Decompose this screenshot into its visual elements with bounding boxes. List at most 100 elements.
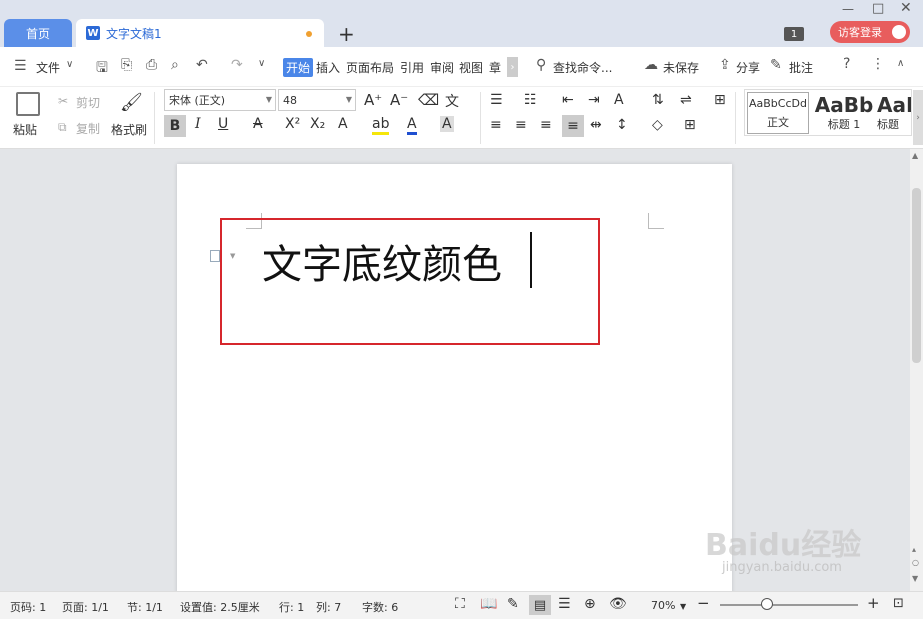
align-center-icon[interactable]: ≡: [515, 117, 527, 133]
menu-scroll-right-icon[interactable]: ›: [507, 57, 518, 77]
menu-review[interactable]: 审阅: [430, 59, 454, 76]
eye-protection-icon[interactable]: 👁: [609, 596, 627, 612]
collapse-ribbon-icon[interactable]: ∧: [897, 58, 904, 69]
menu-insert[interactable]: 插入: [316, 59, 340, 76]
phonetic-guide-icon[interactable]: 文: [445, 91, 459, 111]
align-left-icon[interactable]: ≡: [490, 117, 502, 133]
guest-login-button[interactable]: 访客登录: [830, 21, 910, 43]
new-tab-button[interactable]: +: [338, 22, 355, 46]
status-section[interactable]: 节: 1/1: [127, 599, 163, 615]
undo-icon[interactable]: ↶: [196, 57, 208, 73]
decrease-indent-icon[interactable]: ⇤: [562, 92, 574, 108]
outline-view-icon[interactable]: ☰: [558, 596, 571, 612]
quick-access-more-icon[interactable]: ∨: [258, 58, 265, 69]
subscript-icon[interactable]: X₂: [310, 116, 325, 132]
status-row[interactable]: 行: 1: [279, 599, 304, 615]
superscript-icon[interactable]: X²: [285, 116, 300, 132]
menu-chapter[interactable]: 章: [489, 59, 501, 76]
numbered-list-icon[interactable]: ☷: [524, 92, 537, 108]
sort-icon[interactable]: ⇅: [652, 92, 664, 108]
menu-view[interactable]: 视图: [459, 59, 483, 76]
status-word-count[interactable]: 字数: 6: [362, 599, 398, 615]
style-heading1[interactable]: AaBb 标题 1: [813, 92, 875, 134]
justify-icon[interactable]: ≡: [562, 115, 584, 137]
underline-icon[interactable]: U: [218, 116, 228, 132]
font-color-icon[interactable]: A: [407, 116, 417, 135]
print-icon[interactable]: ⎙: [146, 57, 157, 73]
grow-font-icon[interactable]: A⁺: [364, 91, 382, 109]
share-button[interactable]: 分享: [736, 59, 760, 76]
menu-file[interactable]: 文件: [36, 59, 60, 76]
align-right-icon[interactable]: ≡: [540, 117, 552, 133]
minimize-icon[interactable]: —: [842, 2, 854, 16]
menu-reference[interactable]: 引用: [400, 59, 424, 76]
redo-icon[interactable]: ↷: [231, 57, 243, 73]
chevron-down-icon[interactable]: ▼: [680, 602, 686, 611]
tab-home[interactable]: 首页: [4, 19, 72, 47]
write-mode-icon[interactable]: ✎: [507, 596, 519, 612]
distribute-icon[interactable]: ⇹: [590, 117, 602, 133]
paste-button[interactable]: 粘贴: [13, 121, 37, 138]
char-shading-icon[interactable]: A: [440, 116, 454, 132]
fullscreen-icon[interactable]: ⛶: [455, 596, 465, 612]
hamburger-icon[interactable]: ☰: [14, 58, 27, 74]
increase-indent-icon[interactable]: ⇥: [588, 92, 600, 108]
zoom-slider-handle[interactable]: [761, 598, 773, 610]
comment-button[interactable]: 批注: [789, 59, 813, 76]
export-icon[interactable]: ⎘: [121, 57, 132, 73]
borders-icon[interactable]: ⊞: [684, 117, 696, 133]
chinese-layout-icon[interactable]: A: [614, 92, 624, 108]
save-icon[interactable]: 🖫: [96, 57, 108, 81]
chevron-down-icon[interactable]: ∨: [66, 59, 73, 70]
window-count-badge[interactable]: 1: [784, 27, 804, 41]
status-column[interactable]: 列: 7: [316, 599, 341, 615]
web-view-icon[interactable]: ⊕: [584, 596, 596, 612]
tab-document[interactable]: W 文字文稿1: [76, 19, 324, 47]
format-painter-button[interactable]: 格式刷: [111, 121, 147, 138]
cut-button[interactable]: 剪切: [76, 94, 100, 111]
copy-button[interactable]: 复制: [76, 120, 100, 137]
command-search[interactable]: 查找命令...: [553, 59, 612, 76]
shrink-font-icon[interactable]: A⁻: [390, 91, 408, 109]
font-size-select[interactable]: 48 ▼: [278, 89, 356, 111]
browse-object-icon[interactable]: ○: [912, 558, 919, 567]
fit-page-icon[interactable]: ⊡: [893, 596, 904, 611]
highlight-color-icon[interactable]: ab: [372, 116, 390, 135]
page-view-icon[interactable]: ▤: [529, 595, 551, 615]
close-icon[interactable]: ✕: [900, 0, 912, 16]
font-family-select[interactable]: 宋体 (正文) ▼: [164, 89, 276, 111]
zoom-out-icon[interactable]: −: [697, 594, 710, 612]
italic-icon[interactable]: I: [195, 116, 201, 132]
scrollbar-thumb[interactable]: [912, 188, 921, 363]
line-spacing-icon[interactable]: ↕: [616, 117, 628, 133]
strikethrough-icon[interactable]: A: [253, 116, 263, 132]
shading-fill-icon[interactable]: ◇: [652, 117, 663, 133]
scroll-up-icon[interactable]: ▲: [912, 151, 918, 160]
scroll-down-icon[interactable]: ▼: [912, 574, 918, 583]
menu-layout[interactable]: 页面布局: [346, 59, 394, 76]
text-effect-icon[interactable]: A: [338, 116, 348, 132]
preview-icon[interactable]: ⌕: [171, 57, 179, 73]
clear-format-icon[interactable]: ⌫: [418, 91, 439, 109]
status-pages[interactable]: 页面: 1/1: [62, 599, 109, 615]
paragraph-handle-icon[interactable]: [210, 250, 220, 262]
status-setting[interactable]: 设置值: 2.5厘米: [180, 599, 260, 615]
reading-mode-icon[interactable]: 📖: [480, 596, 497, 612]
unsaved-status[interactable]: 未保存: [663, 59, 699, 76]
styles-more-icon[interactable]: ›: [913, 90, 923, 145]
paragraph-mark-icon[interactable]: ⊞: [714, 92, 726, 108]
bullet-list-icon[interactable]: ☰: [490, 92, 503, 108]
prev-page-icon[interactable]: ▴: [912, 545, 916, 554]
status-page-number[interactable]: 页码: 1: [10, 599, 46, 615]
show-marks-icon[interactable]: ⇌: [680, 92, 692, 108]
style-heading2[interactable]: AaI 标题: [877, 92, 911, 134]
zoom-level-select[interactable]: 70%: [651, 599, 675, 612]
menu-start[interactable]: 开始: [283, 58, 314, 77]
help-icon[interactable]: ?: [843, 56, 850, 72]
zoom-in-icon[interactable]: +: [867, 594, 880, 612]
maximize-icon[interactable]: □: [872, 1, 884, 16]
paste-icon[interactable]: [16, 92, 40, 116]
more-icon[interactable]: ⋮: [871, 56, 885, 72]
bold-icon[interactable]: B: [164, 115, 186, 137]
style-normal[interactable]: AaBbCcDd 正文: [747, 92, 809, 134]
